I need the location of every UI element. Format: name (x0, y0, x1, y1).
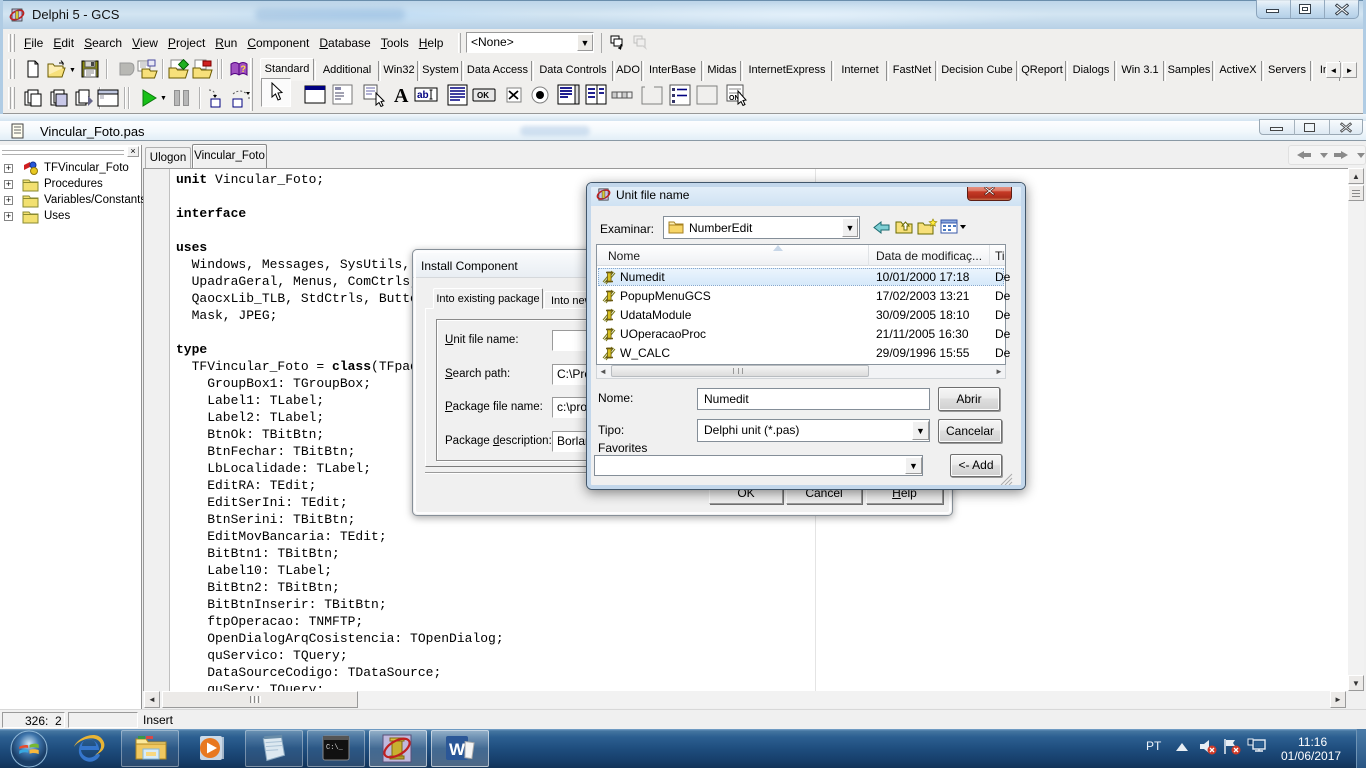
svg-text:W: W (449, 740, 466, 759)
svg-text:ab: ab (417, 90, 429, 101)
svg-text:C:\_: C:\_ (326, 744, 344, 752)
svg-text:OK: OK (477, 91, 489, 100)
svg-text:A: A (394, 85, 409, 107)
svg-text:?: ? (241, 64, 247, 74)
